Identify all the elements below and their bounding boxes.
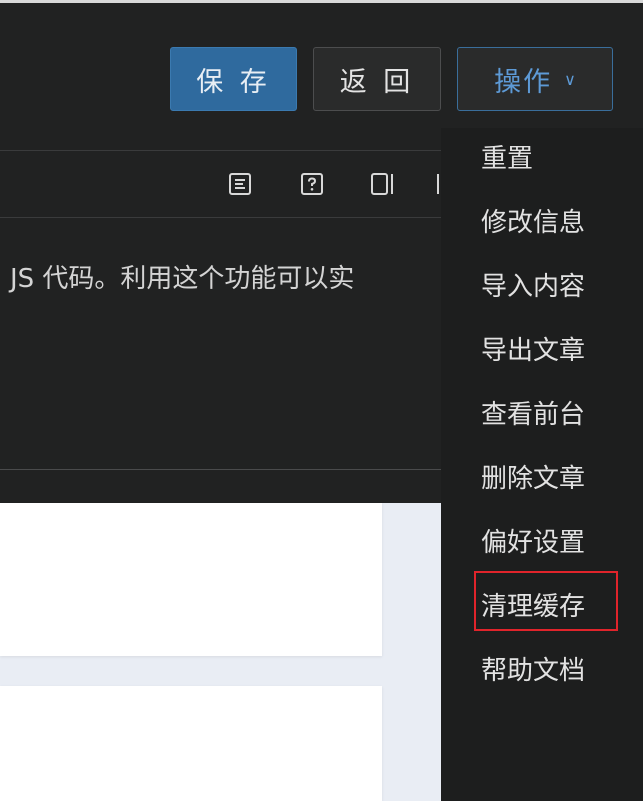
save-button[interactable]: 保 存 (170, 47, 297, 111)
panel-gap (0, 470, 441, 503)
menu-item-reset[interactable]: 重置 (481, 142, 533, 176)
align-left-icon[interactable] (227, 171, 253, 197)
menu-item-help-docs[interactable]: 帮助文档 (481, 654, 585, 688)
content-card (0, 686, 382, 801)
menu-item-export-article[interactable]: 导出文章 (481, 334, 585, 368)
menu-item-delete-article[interactable]: 删除文章 (481, 462, 585, 496)
highlight-box (474, 571, 618, 631)
help-icon[interactable] (299, 171, 325, 197)
editor-toolbar (0, 150, 460, 218)
back-button[interactable]: 返 回 (313, 47, 441, 111)
panel-right-icon[interactable] (370, 171, 396, 197)
content-card (0, 503, 382, 656)
operations-dropdown-button[interactable]: 操作 ∨ (457, 47, 613, 111)
menu-item-import-content[interactable]: 导入内容 (481, 270, 585, 304)
chevron-down-icon: ∨ (564, 69, 576, 89)
back-button-label: 返 回 (339, 66, 415, 98)
operations-button-label: 操作 (494, 66, 553, 98)
operations-menu: 重置 修改信息 导入内容 导出文章 查看前台 删除文章 偏好设置 清理缓存 帮助… (441, 128, 643, 801)
menu-item-preferences[interactable]: 偏好设置 (481, 526, 585, 560)
description-text: JS 代码。利用这个功能可以实 (10, 264, 355, 294)
menu-item-edit-info[interactable]: 修改信息 (481, 206, 585, 240)
menu-item-view-frontend[interactable]: 查看前台 (481, 398, 585, 432)
description-panel: JS 代码。利用这个功能可以实 (0, 218, 460, 470)
save-button-label: 保 存 (196, 66, 271, 98)
